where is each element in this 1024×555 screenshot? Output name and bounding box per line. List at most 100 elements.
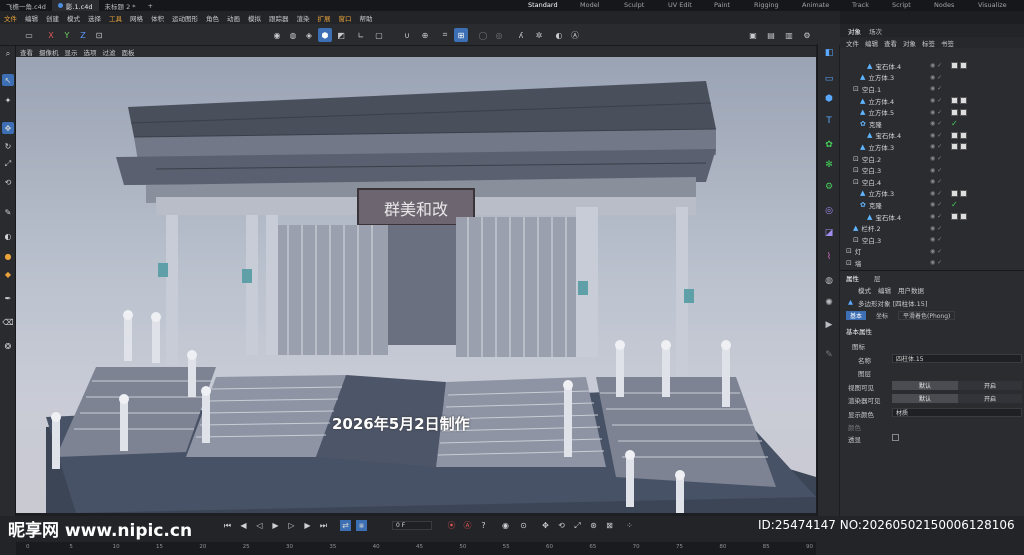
material-tag-icon[interactable] [951, 97, 958, 105]
visibility-toggle-icon[interactable]: ◉ ✓ [930, 213, 942, 220]
timeline-settings-icon[interactable]: ⊙ [518, 520, 529, 531]
visibility-toggle-icon[interactable]: ◉ ✓ [930, 143, 942, 150]
tweak-icon[interactable]: ▢ [372, 28, 386, 42]
menu-simulate[interactable]: 模拟 [244, 13, 265, 23]
dopesheet-icon[interactable]: ⁘ [624, 520, 635, 531]
menu-render[interactable]: 渲染 [293, 13, 314, 23]
viewport-render-icon[interactable]: ▣ [746, 28, 760, 42]
visibility-toggle-icon[interactable]: ◉ ✓ [930, 167, 942, 174]
visibility-toggle-icon[interactable]: ◉ ✓ [930, 109, 942, 116]
deformer-icon[interactable]: ◎ [822, 204, 836, 218]
menu-animation[interactable]: 动画 [223, 13, 244, 23]
rectangle-icon[interactable]: ▭ [822, 72, 836, 86]
name-field[interactable]: 四柱体.15 [892, 354, 1022, 363]
viewport-menu-display[interactable]: 显示 [65, 47, 78, 57]
render-visible-on[interactable]: 开启 [958, 394, 1022, 403]
magnet-icon[interactable]: ∪ [400, 28, 414, 42]
model-mode-icon[interactable]: ⬢ [318, 28, 332, 42]
visibility-toggle-icon[interactable]: ◉ ✓ [930, 120, 942, 127]
fps-icon[interactable]: ▦ [356, 520, 367, 531]
settings-gear-icon[interactable]: ✲ [532, 28, 546, 42]
layout-animate[interactable]: Animate [802, 1, 829, 9]
cube-icon[interactable]: ◧ [822, 46, 836, 60]
material-tag-icon[interactable] [951, 189, 958, 197]
environment-icon[interactable]: ◍ [822, 274, 836, 288]
axis-y-button[interactable]: Y [60, 28, 74, 42]
menu-tracker[interactable]: 跟踪器 [265, 13, 293, 23]
field-icon[interactable]: ⚙ [822, 180, 836, 194]
layout-rigging[interactable]: Rigging [754, 1, 779, 9]
paint-icon[interactable]: ● [2, 250, 14, 262]
layout-uv-edit[interactable]: UV Edit [668, 1, 692, 9]
object-row[interactable]: ⊡ 空白.1 ◉ ✓ [840, 83, 1024, 95]
select-tool-icon[interactable]: ↖ [2, 74, 14, 86]
menu-character[interactable]: 角色 [202, 13, 223, 23]
menu-edit[interactable]: 编辑 [21, 13, 42, 23]
object-row[interactable]: ⊡ 灯 ◉ ✓ [840, 246, 1024, 258]
subtab-phong[interactable]: 平滑着色(Phong) [898, 311, 956, 320]
pla-key-icon[interactable]: ⊠ [604, 520, 615, 531]
object-row[interactable]: ⊡ 墙 ◉ ✓ [840, 257, 1024, 269]
object-row[interactable]: ▲ 宝石体.4 ◉ ✓ [840, 60, 1024, 72]
sculpt-icon[interactable]: ❂ [2, 340, 14, 352]
doc-tab-3[interactable]: 未标题 2 * [99, 0, 142, 11]
eraser-icon[interactable]: ⌫ [2, 316, 14, 328]
text-icon[interactable]: T [822, 114, 836, 128]
object-row[interactable]: ⊡ 空白.4 ◉ ✓ [840, 176, 1024, 188]
viewport-menu-view[interactable]: 查看 [20, 47, 33, 57]
workplane-icon[interactable]: ◯ [476, 28, 490, 42]
symmetry-icon[interactable]: ʎ [514, 28, 528, 42]
go-to-start-icon[interactable]: ⏮ [222, 520, 233, 531]
object-row[interactable]: ⊡ 空白.3 ◉ ✓ [840, 164, 1024, 176]
polygons-mode-icon[interactable]: ◈ [302, 28, 316, 42]
lock-icon[interactable]: ⊕ [418, 28, 432, 42]
om-menu-object[interactable]: 对象 [903, 38, 916, 48]
object-row[interactable]: ▲ 宝石体.4 ◉ ✓ [840, 130, 1024, 142]
scale-tool-icon[interactable]: ⤢ [2, 158, 14, 170]
live-select-icon[interactable]: ✦ [2, 94, 14, 106]
effector-icon[interactable]: ✻ [822, 158, 836, 172]
menu-tools[interactable]: 工具 [105, 13, 126, 23]
visibility-toggle-icon[interactable]: ◉ ✓ [930, 201, 942, 208]
doc-tab-1[interactable]: 飞檐一角.c4d [0, 0, 52, 11]
layout-script[interactable]: Script [892, 1, 911, 9]
tab-objects[interactable]: 对象 [848, 26, 861, 36]
viewport-menu-panel[interactable]: 面板 [122, 47, 135, 57]
layout-visualize[interactable]: Visualize [978, 1, 1007, 9]
group-icon-label[interactable]: 图标 [852, 341, 865, 351]
fill-icon[interactable]: ◆ [2, 268, 14, 280]
menu-window[interactable]: 窗口 [335, 13, 356, 23]
layout-model[interactable]: Model [580, 1, 600, 9]
brush-icon[interactable]: ✎ [2, 206, 14, 218]
object-row[interactable]: ▲ 立方体.3 ◉ ✓ [840, 141, 1024, 153]
om-menu-view[interactable]: 查看 [884, 38, 897, 48]
edit-render-settings-icon[interactable]: ⚙ [800, 28, 814, 42]
material-tag-icon[interactable] [951, 143, 958, 151]
axis-z-button[interactable]: Z [76, 28, 90, 42]
move-tool-icon[interactable]: ✥ [2, 122, 14, 134]
key-mode-icon[interactable]: ◉ [500, 520, 511, 531]
camera-icon[interactable]: ▭ [22, 28, 36, 42]
visibility-toggle-icon[interactable]: ◉ ✓ [930, 155, 942, 162]
edges-mode-icon[interactable]: ◍ [286, 28, 300, 42]
layout-nodes[interactable]: Nodes [934, 1, 954, 9]
material-tag-icon[interactable] [960, 62, 967, 70]
3d-viewport[interactable]: 群美和改 2026年5月2日制作 [16, 57, 816, 513]
om-menu-file[interactable]: 文件 [846, 38, 859, 48]
rotate-tool-icon[interactable]: ↻ [2, 140, 14, 152]
attr-menu-edit[interactable]: 编辑 [878, 285, 891, 295]
render-visible-default[interactable]: 默认 [892, 394, 958, 403]
object-row[interactable]: ▲ 栏杆.2 ◉ ✓ [840, 222, 1024, 234]
subtab-coords[interactable]: 坐标 [872, 311, 892, 320]
visibility-toggle-icon[interactable]: ◉ ✓ [930, 62, 942, 69]
menu-help[interactable]: 帮助 [356, 13, 377, 23]
knife-icon[interactable]: ◐ [2, 230, 14, 242]
record-icon[interactable]: ⦿ [446, 520, 457, 531]
tab-takes[interactable]: 场次 [869, 26, 882, 36]
viewport-menu-camera[interactable]: 摄像机 [39, 47, 59, 57]
subtab-basic[interactable]: 基本 [846, 311, 867, 320]
rotation-key-icon[interactable]: ⟲ [556, 520, 567, 531]
object-row[interactable]: ✿ 克隆 ◉ ✓ ✓ [840, 199, 1024, 211]
visibility-toggle-icon[interactable]: ◉ ✓ [930, 236, 942, 243]
viewport-visible-default[interactable]: 默认 [892, 381, 958, 390]
